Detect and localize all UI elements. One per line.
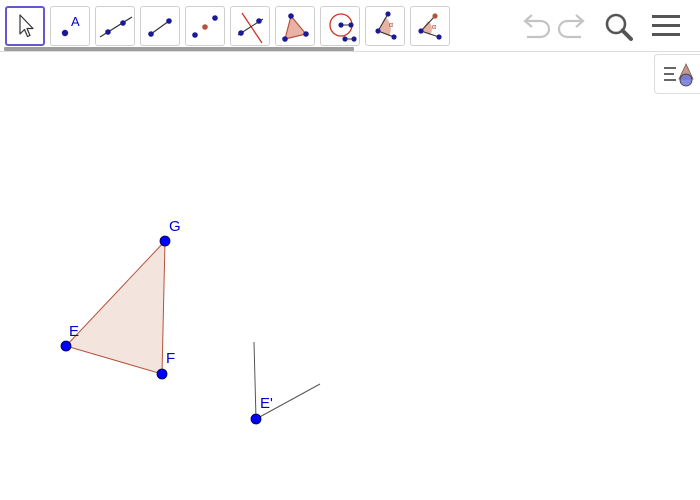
graphics-view[interactable]: G E F E': [0, 53, 700, 500]
angle-icon: α: [375, 11, 397, 40]
redo-button[interactable]: [556, 12, 590, 40]
point-f[interactable]: [156, 368, 168, 380]
search-icon: [605, 13, 633, 41]
midpoint-icon: [192, 15, 218, 38]
segment-tool-button[interactable]: [140, 6, 180, 46]
point-icon: A: [61, 14, 80, 37]
search-button[interactable]: [603, 11, 635, 43]
angle-given-size-tool-button[interactable]: α: [410, 6, 450, 46]
main-menu-button[interactable]: [651, 13, 681, 39]
point-tool-button[interactable]: A: [50, 6, 90, 46]
point-f-label: F: [166, 350, 175, 367]
undo-button[interactable]: [518, 12, 552, 40]
point-g-label: G: [169, 218, 181, 235]
angle-given-size-tool-letter: α: [432, 24, 436, 31]
redo-icon: [557, 14, 585, 39]
cursor-arrow-icon: [19, 14, 34, 38]
point-e-prime[interactable]: [250, 413, 262, 425]
midpoint-tool-button[interactable]: [185, 6, 225, 46]
polygon-icon: [282, 13, 309, 42]
point-e-label: E: [69, 323, 79, 340]
hamburger-menu-icon: [652, 15, 680, 36]
polygon-tool-button[interactable]: [275, 6, 315, 46]
angle-tool-letter: α: [389, 22, 393, 29]
perpendicular-bisector-tool-button[interactable]: [230, 6, 270, 46]
ray-e-prime-up[interactable]: [253, 341, 257, 420]
move-tool-button[interactable]: [5, 6, 45, 46]
undo-icon: [523, 14, 551, 39]
point-e[interactable]: [60, 340, 72, 352]
point-g[interactable]: [159, 235, 171, 247]
line-icon: [99, 16, 133, 38]
toolbar-scrollbar[interactable]: [4, 47, 354, 51]
perpendicular-bisector-icon: [237, 12, 264, 44]
segment-icon: [148, 18, 172, 37]
angle-given-size-icon: α: [418, 13, 442, 40]
circle-center-point-icon: [329, 13, 357, 42]
point-tool-letter: A: [71, 14, 80, 29]
toolbar: A α α: [0, 0, 700, 52]
angle-tool-button[interactable]: α: [365, 6, 405, 46]
point-e-prime-label: E': [260, 395, 273, 412]
circle-tool-button[interactable]: [320, 6, 360, 46]
line-tool-button[interactable]: [95, 6, 135, 46]
triangle-efg[interactable]: [65, 239, 166, 375]
